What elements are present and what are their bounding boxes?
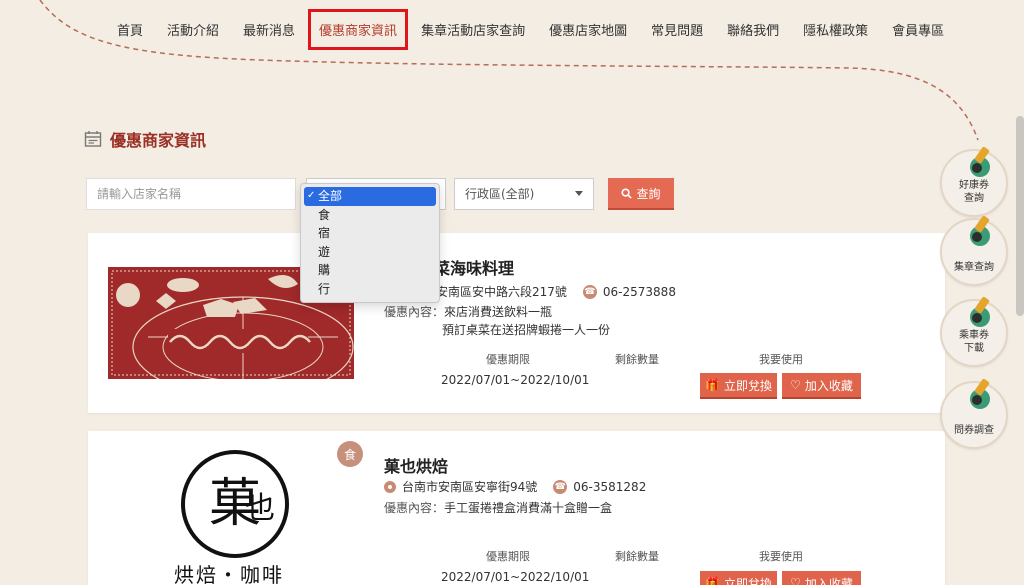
stamp-icon bbox=[970, 226, 990, 246]
phone-icon: ☎ bbox=[582, 284, 597, 299]
search-button[interactable]: 查詢 bbox=[608, 178, 674, 210]
side-ticket-download-button[interactable]: 乘車券 下載 bbox=[940, 299, 1008, 367]
offer-line: 來店消費送飲料一瓶 bbox=[444, 305, 553, 319]
merchant-phone[interactable]: 06-3581282 bbox=[573, 480, 646, 494]
phone-icon: ☎ bbox=[553, 479, 568, 494]
offer-line: 預訂桌菜在送招牌蝦捲一人一份 bbox=[442, 323, 611, 337]
dropdown-option[interactable]: 行 bbox=[304, 280, 436, 299]
merchant-name[interactable]: 菜海味料理 bbox=[434, 255, 514, 279]
nav-faq[interactable]: 常見問題 bbox=[639, 12, 715, 47]
search-button-label: 查詢 bbox=[636, 186, 661, 201]
heart-icon: ♡ bbox=[790, 378, 801, 392]
use-header: 我要使用 bbox=[759, 550, 803, 563]
side-stamp-query-button[interactable]: 集章查詢 bbox=[940, 218, 1008, 286]
use-header: 我要使用 bbox=[759, 353, 803, 366]
favorite-button[interactable]: ♡ 加入收藏 bbox=[782, 571, 861, 585]
side-label: 乘車券 bbox=[959, 330, 989, 341]
svg-text:也: 也 bbox=[245, 491, 275, 526]
coupon-icon bbox=[970, 157, 990, 177]
dropdown-option[interactable]: 購 bbox=[304, 261, 436, 280]
dropdown-option[interactable]: 遊 bbox=[304, 243, 436, 262]
redeem-button-label: 立即兌換 bbox=[723, 378, 772, 393]
merchant-card: 菓 也 食 菓也烘焙 台南市安南區安寧街94號 ☎ 06-3581282 優惠內… bbox=[88, 431, 945, 585]
merchant-address: 安南區安中路六段217號 bbox=[436, 285, 567, 299]
dropdown-option[interactable]: 全部 bbox=[304, 187, 436, 206]
ticket-icon bbox=[970, 307, 990, 327]
offer-content: 優惠內容：手工蛋捲禮盒消費滿十盒贈一盒 bbox=[384, 499, 612, 517]
nav-news[interactable]: 最新消息 bbox=[231, 12, 307, 47]
merchant-card: 菜海味料理 安南區安中路六段217號 ☎ 06-2573888 優惠內容：來店消… bbox=[88, 233, 945, 413]
survey-icon bbox=[970, 389, 990, 409]
scrollbar[interactable] bbox=[1016, 116, 1024, 316]
merchant-name[interactable]: 菓也烘焙 bbox=[384, 453, 448, 477]
offer-period: 2022/07/01~2022/10/01 bbox=[441, 570, 590, 584]
side-label: 集章查詢 bbox=[954, 262, 994, 273]
calendar-icon bbox=[84, 131, 102, 147]
type-dropdown-list: 全部 食 宿 遊 購 行 bbox=[300, 183, 440, 303]
location-pin-icon bbox=[384, 480, 396, 493]
gift-icon: 🎁 bbox=[705, 576, 720, 585]
remain-header: 剩餘數量 bbox=[615, 353, 659, 366]
merchant-address-row: 安南區安中路六段217號 ☎ 06-2573888 bbox=[436, 283, 676, 300]
page: 首頁 活動介紹 最新消息 優惠商家資訊 集章活動店家查詢 優惠店家地圖 常見問題… bbox=[0, 0, 1024, 585]
redeem-button[interactable]: 🎁 立即兌換 bbox=[700, 571, 777, 585]
gift-icon: 🎁 bbox=[705, 378, 720, 392]
period-header: 優惠期限 bbox=[486, 353, 530, 366]
offer-line: 手工蛋捲禮盒消費滿十盒贈一盒 bbox=[444, 501, 613, 515]
main-nav: 首頁 活動介紹 最新消息 優惠商家資訊 集章活動店家查詢 優惠店家地圖 常見問題… bbox=[105, 9, 956, 50]
offer-label: 優惠內容： bbox=[384, 305, 445, 319]
nav-activity[interactable]: 活動介紹 bbox=[155, 12, 231, 47]
period-header: 優惠期限 bbox=[486, 550, 530, 563]
side-label: 下載 bbox=[964, 343, 984, 354]
favorite-button[interactable]: ♡ 加入收藏 bbox=[782, 373, 861, 399]
favorite-button-label: 加入收藏 bbox=[804, 576, 853, 585]
redeem-button-label: 立即兌換 bbox=[723, 576, 772, 585]
page-title: 優惠商家資訊 bbox=[110, 131, 207, 150]
offer-content: 優惠內容：來店消費送飲料一瓶 預訂桌菜在送招牌蝦捲一人一份 bbox=[384, 303, 610, 339]
side-label: 查詢 bbox=[964, 193, 984, 204]
dropdown-option[interactable]: 宿 bbox=[304, 224, 436, 243]
redeem-button[interactable]: 🎁 立即兌換 bbox=[700, 373, 777, 399]
offer-period: 2022/07/01~2022/10/01 bbox=[441, 373, 590, 387]
offer-label: 優惠內容： bbox=[384, 501, 445, 515]
nav-merchants[interactable]: 優惠商家資訊 bbox=[308, 9, 409, 50]
search-icon bbox=[621, 187, 633, 199]
dropdown-option[interactable]: 食 bbox=[304, 206, 436, 225]
nav-home[interactable]: 首頁 bbox=[105, 12, 155, 47]
category-badge: 食 bbox=[337, 441, 363, 467]
side-label: 好康券 bbox=[959, 180, 989, 191]
logo-caption: 烘焙・咖啡 bbox=[174, 563, 284, 585]
district-select[interactable]: 行政區(全部) bbox=[454, 178, 594, 210]
side-survey-button[interactable]: 問券調查 bbox=[940, 381, 1008, 449]
nav-map[interactable]: 優惠店家地圖 bbox=[537, 12, 639, 47]
merchant-phone[interactable]: 06-2573888 bbox=[603, 285, 676, 299]
remain-header: 剩餘數量 bbox=[615, 550, 659, 563]
favorite-button-label: 加入收藏 bbox=[804, 378, 853, 393]
store-name-input[interactable]: 請輸入店家名稱 bbox=[86, 178, 296, 210]
merchant-address: 台南市安南區安寧街94號 bbox=[402, 480, 538, 494]
side-label: 問券調查 bbox=[954, 425, 994, 436]
nav-contact[interactable]: 聯絡我們 bbox=[715, 12, 791, 47]
nav-privacy[interactable]: 隱私權政策 bbox=[791, 12, 880, 47]
side-coupon-query-button[interactable]: 好康券 查詢 bbox=[940, 149, 1008, 217]
heart-icon: ♡ bbox=[790, 576, 801, 585]
merchant-address-row: 台南市安南區安寧街94號 ☎ 06-3581282 bbox=[384, 478, 646, 495]
nav-member[interactable]: 會員專區 bbox=[880, 12, 956, 47]
section-header: 優惠商家資訊 bbox=[84, 127, 206, 151]
nav-stamp-stores[interactable]: 集章活動店家查詢 bbox=[409, 12, 537, 47]
